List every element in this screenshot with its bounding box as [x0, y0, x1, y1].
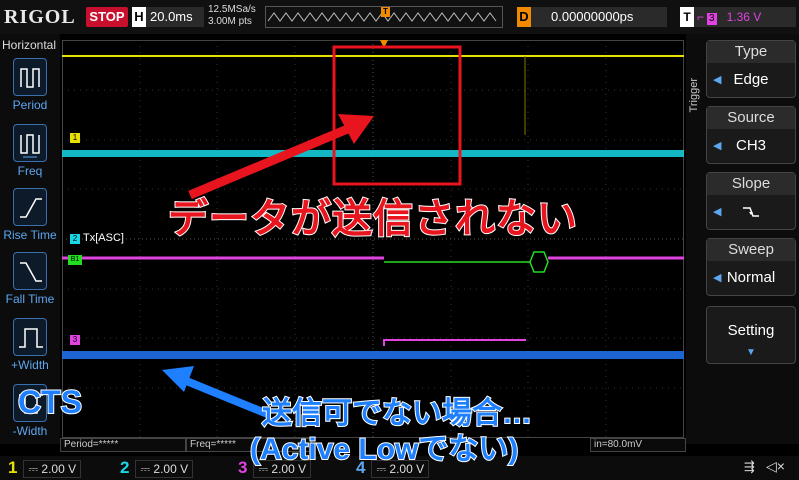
measure-period[interactable]: Period=***** — [60, 438, 186, 452]
trigger-source-badge: 3 — [707, 13, 717, 25]
menu-button-title: Setting — [727, 322, 775, 339]
arrow-left-icon: ◀ — [713, 140, 722, 152]
sample-rate: 12.5MSa/s — [208, 4, 256, 15]
channel-number: 3 — [238, 458, 248, 477]
trigger-setting-button[interactable]: Setting ▼ — [706, 306, 796, 364]
menu-button-value: Normal — [726, 269, 776, 286]
trigger-menu: Trigger Type ◀ Edge Source ◀ CH3 Slope ◀ S… — [686, 34, 799, 444]
delay-value: 0.00000000ps — [551, 9, 634, 24]
bus-marker[interactable]: B1 — [68, 255, 82, 265]
menu-button-value: Edge — [733, 71, 769, 88]
menu-item-period[interactable]: Period — [0, 58, 60, 112]
decode-label: Tx[ASC] — [83, 232, 124, 244]
ch2-marker[interactable]: 2 — [70, 234, 80, 244]
arrow-left-icon: ◀ — [713, 272, 722, 284]
falling-edge-icon — [743, 207, 759, 217]
memory-depth: 3.00M pts — [208, 16, 252, 27]
annotation-no-data: データが送信されない — [167, 196, 578, 242]
rise-time-icon — [13, 188, 47, 226]
ch3-marker[interactable]: 3 — [70, 335, 80, 345]
menu-item-fall-time[interactable]: Fall Time — [0, 252, 60, 306]
ch1-marker[interactable]: 1 — [70, 133, 80, 143]
status-bar: RIGOL STOP H 20.0ms 12.5MSa/s 3.00M pts T… — [0, 0, 799, 34]
menu-item-label: -Width — [12, 424, 48, 438]
trigger-level: 1.36 V — [726, 10, 762, 24]
arrow-down-icon: ▼ — [746, 347, 756, 358]
channel-scale: ⎓ 2.00 V — [23, 460, 82, 478]
channel-scale: ⎓ 2.00 V — [135, 460, 194, 478]
trigger-position-marker: T — [381, 7, 390, 17]
menu-button-title: Source — [707, 107, 795, 129]
positive-width-icon — [13, 318, 47, 356]
delay-display[interactable]: D 0.00000000ps — [517, 7, 667, 27]
menu-item-rise-time[interactable]: Rise Time — [0, 188, 60, 242]
period-icon — [13, 58, 47, 96]
trigger-menu-label: Trigger — [688, 78, 700, 113]
falling-edge-icon: ⌐ — [697, 10, 705, 24]
menu-item-label: +Width — [11, 358, 49, 372]
menu-title: Horizontal — [2, 38, 57, 52]
ch4-trace — [62, 351, 684, 359]
frequency-icon — [13, 124, 47, 162]
delay-label: D — [517, 7, 531, 27]
menu-item-positive-width[interactable]: +Width — [0, 318, 60, 372]
measure-menu: Horizontal Period Freq Rise Time Fall Ti… — [0, 34, 60, 444]
trigger-slope-button[interactable]: Slope ◀ — [706, 172, 796, 230]
menu-item-freq[interactable]: Freq — [0, 124, 60, 178]
timebase-display[interactable]: H 20.0ms — [132, 7, 204, 27]
trigger-sweep-button[interactable]: Sweep ◀ Normal — [706, 238, 796, 296]
brand-logo: RIGOL — [4, 6, 76, 28]
annotation-active-low: (Active Lowでない) — [249, 432, 519, 467]
arrow-left-icon: ◀ — [713, 206, 722, 218]
menu-item-label: Period — [12, 98, 48, 112]
ch2-trace — [62, 150, 684, 157]
menu-button-title: Sweep — [707, 239, 795, 261]
channel-number: 2 — [120, 458, 130, 477]
trigger-label: T — [680, 7, 694, 27]
menu-item-label: Fall Time — [5, 292, 55, 306]
menu-item-label: Freq — [17, 164, 43, 178]
timebase-value: 20.0ms — [150, 9, 193, 24]
run-stop-button[interactable]: STOP — [86, 7, 128, 27]
usb-icon: ⇶ — [744, 459, 755, 474]
menu-item-label: Rise Time — [3, 228, 57, 242]
trigger-type-button[interactable]: Type ◀ Edge — [706, 40, 796, 98]
measure-min[interactable]: in=80.0mV — [590, 438, 686, 452]
arrow-left-icon: ◀ — [713, 74, 722, 86]
menu-button-value: CH3 — [735, 137, 766, 154]
menu-button-title: Slope — [707, 173, 795, 195]
channel-2[interactable]: 2 ⎓ 2.00 V — [120, 458, 194, 478]
speaker-muted-icon[interactable]: ◁× — [766, 458, 785, 475]
annotation-cts: CTS — [17, 383, 83, 421]
fall-time-icon — [13, 252, 47, 290]
trigger-display[interactable]: T ⌐ 3 1.36 V — [680, 7, 796, 27]
channel-1[interactable]: 1 ⎓ 2.00 V — [8, 458, 82, 478]
trigger-source-button[interactable]: Source ◀ CH3 — [706, 106, 796, 164]
menu-button-title: Type — [707, 41, 795, 63]
horizontal-label: H — [132, 7, 146, 27]
channel-number: 1 — [8, 458, 18, 477]
acquisition-info: 12.5MSa/s 3.00M pts — [208, 4, 256, 28]
